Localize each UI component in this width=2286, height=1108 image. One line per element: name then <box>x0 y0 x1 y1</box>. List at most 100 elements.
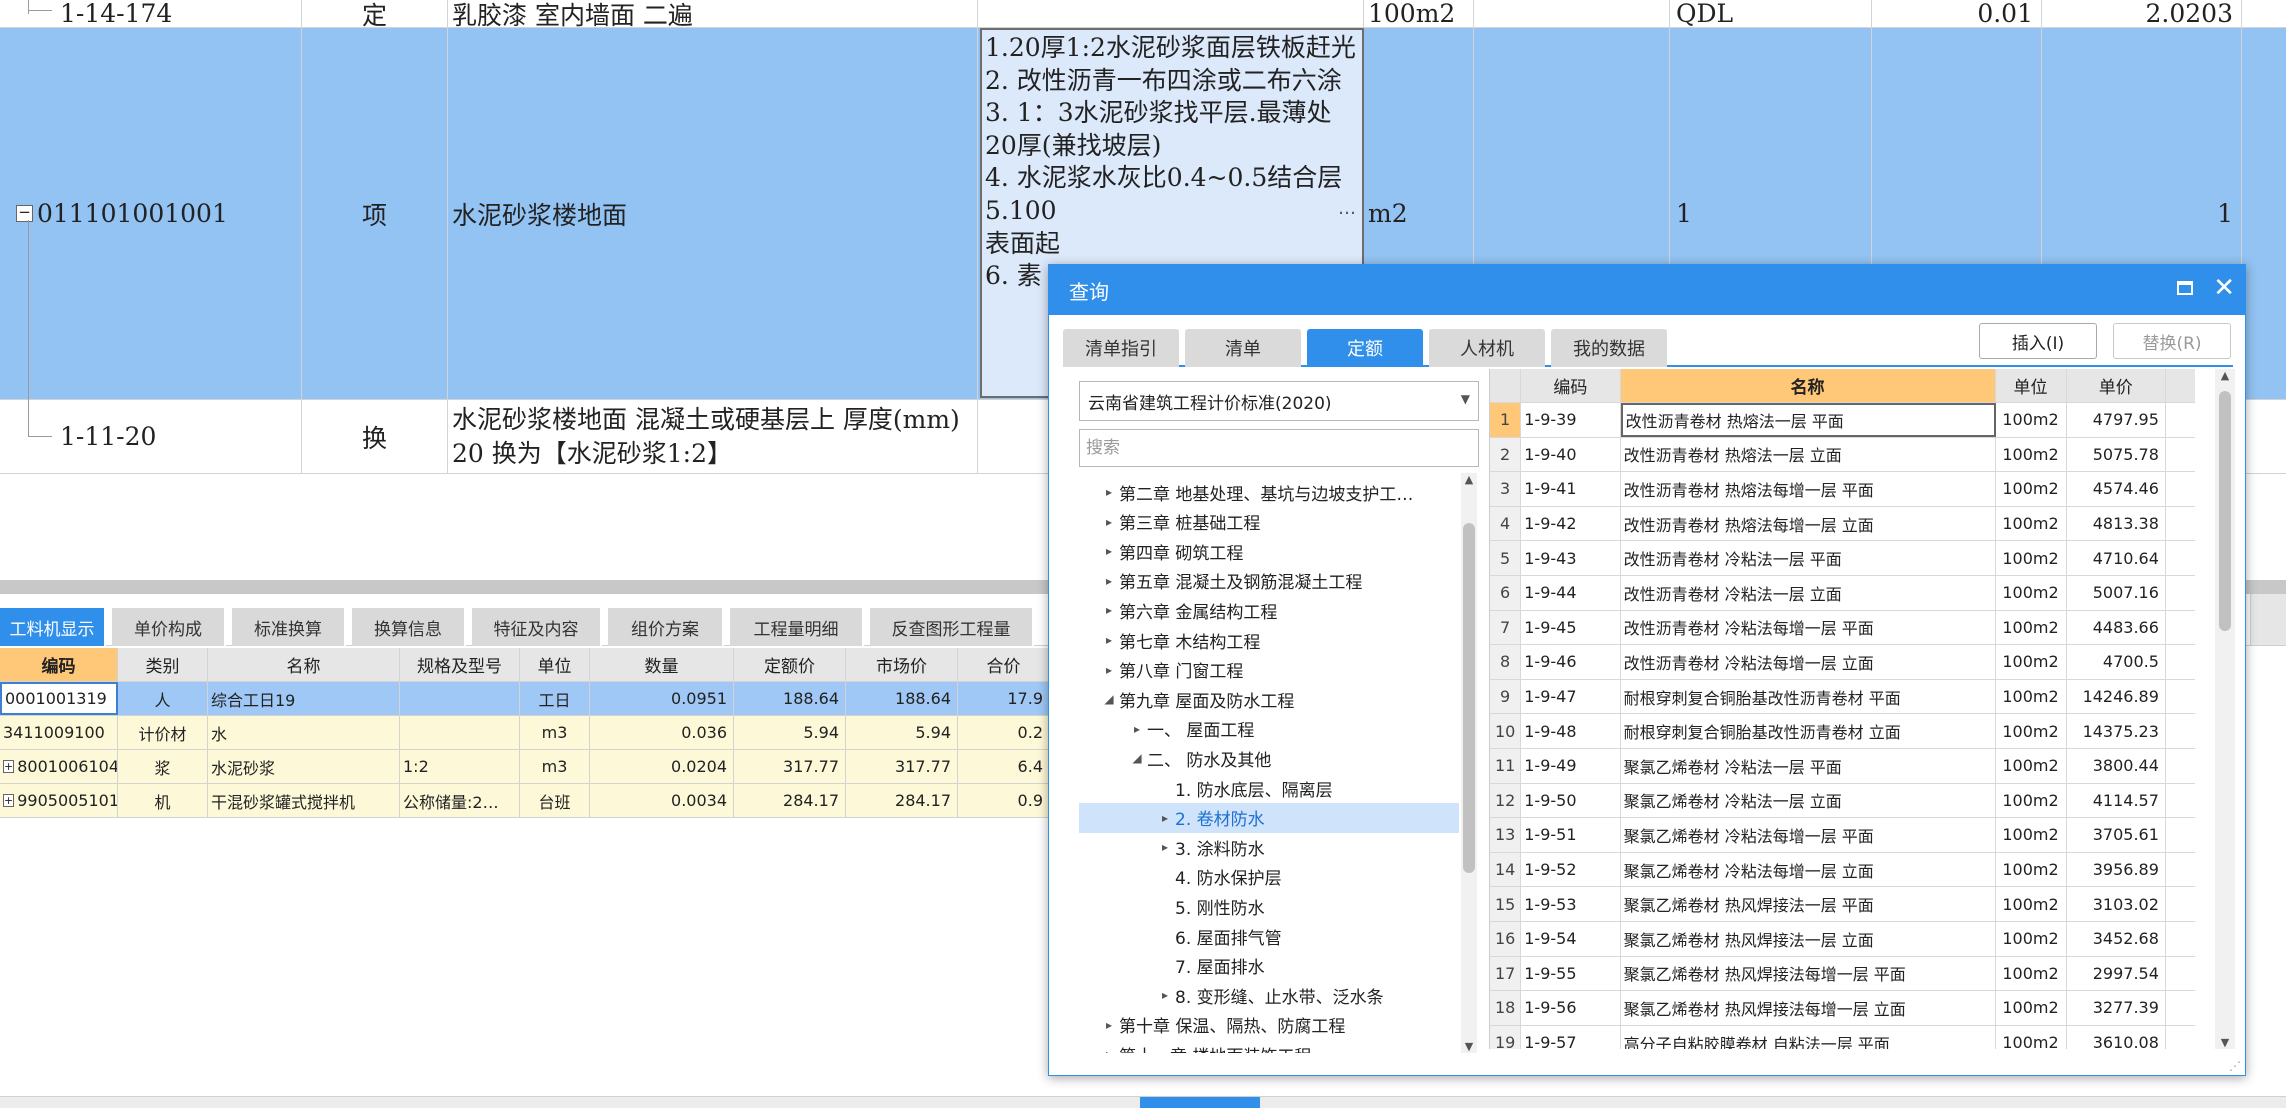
collapse-icon[interactable]: − <box>16 205 33 222</box>
replace-button[interactable]: 替换(R) <box>2113 323 2231 359</box>
bill-qty-cell[interactable]: 2.0203 <box>2042 0 2242 27</box>
quota-name[interactable]: 改性沥青卷材 热熔法每增一层 立面 <box>1621 506 1996 541</box>
col-name[interactable]: 名称 <box>1620 369 1996 402</box>
tab-standard-conversion[interactable]: 标准换算 <box>232 608 346 646</box>
tree-item[interactable]: ▸ 第八章 门窗工程 <box>1079 655 1459 685</box>
quota-row[interactable]: 12 1-9-50 聚氯乙烯卷材 冷粘法一层 立面 100m2 4114.57 <box>1490 783 2195 819</box>
tab-unit-price-composition[interactable]: 单价构成 <box>112 608 226 646</box>
tree-item[interactable]: 4. 防水保护层 <box>1079 862 1459 892</box>
expand-arrow-icon[interactable]: ▸ <box>1099 485 1119 499</box>
tree-item[interactable]: 5. 刚性防水 <box>1079 891 1459 921</box>
quota-name[interactable]: 改性沥青卷材 冷粘法一层 平面 <box>1621 541 1996 575</box>
quota-row[interactable]: 1 1-9-39 改性沥青卷材 热熔法一层 平面 100m2 4797.95 <box>1490 403 2195 438</box>
scroll-up-icon[interactable]: ▲ <box>1461 473 1477 486</box>
resource-market-price[interactable]: 188.64 <box>846 682 958 715</box>
quota-name[interactable]: 聚氯乙烯卷材 热风焊接法一层 平面 <box>1621 887 1996 921</box>
quota-name[interactable]: 改性沥青卷材 热熔法每增一层 平面 <box>1621 472 1996 506</box>
quota-row[interactable]: 14 1-9-52 聚氯乙烯卷材 冷粘法每增一层 立面 100m2 3956.89 <box>1490 852 2195 888</box>
resource-code[interactable]: 3411009100 <box>0 716 118 749</box>
col-total[interactable]: 合价 <box>958 648 1050 681</box>
bill-name-cell[interactable]: 水泥砂浆楼地面 混凝土或硬基层上 厚度(mm) 20 换为【水泥砂浆1:2】 <box>448 400 978 473</box>
quota-row[interactable]: 19 1-9-57 高分子自粘胶膜卷材 自粘法一层 平面 100m2 3610.08 <box>1490 1025 2195 1049</box>
expand-arrow-icon[interactable]: ▸ <box>1099 574 1119 588</box>
tab-features-content[interactable]: 特征及内容 <box>472 608 602 646</box>
tree-scroll-thumb[interactable] <box>1463 523 1475 873</box>
bill-feature-cell[interactable] <box>978 0 1364 27</box>
bill-code-cell[interactable]: 1-14-174 <box>0 0 302 27</box>
expand-arrow-icon[interactable]: ▸ <box>1099 1018 1119 1032</box>
quota-row[interactable]: 9 1-9-47 耐根穿刺复合铜胎基改性沥青卷材 平面 100m2 14246.89 <box>1490 679 2195 715</box>
bill-coef-cell[interactable]: 0.01 <box>1872 0 2042 27</box>
tree-item[interactable]: ▸ 第五章 混凝土及钢筋混凝土工程 <box>1079 566 1459 596</box>
tree-item[interactable]: 1. 防水底层、隔离层 <box>1079 773 1459 803</box>
insert-button[interactable]: 插入(I) <box>1979 323 2097 359</box>
col-quota-price[interactable]: 定额价 <box>734 648 846 681</box>
expand-arrow-icon[interactable]: ▸ <box>1099 544 1119 558</box>
quota-row[interactable]: 15 1-9-53 聚氯乙烯卷材 热风焊接法一层 平面 100m2 3103.02 <box>1490 887 2195 922</box>
tree-item[interactable]: 7. 屋面排水 <box>1079 951 1459 981</box>
tab-my-data[interactable]: 我的数据 <box>1551 329 1667 367</box>
tree-item[interactable]: ▸ 第六章 金属结构工程 <box>1079 595 1459 625</box>
quota-name[interactable]: 聚氯乙烯卷材 冷粘法一层 平面 <box>1621 749 1996 783</box>
tree-item[interactable]: ◢ 二、 防水及其他 <box>1079 743 1459 773</box>
quota-row[interactable]: 3 1-9-41 改性沥青卷材 热熔法每增一层 平面 100m2 4574.46 <box>1490 472 2195 507</box>
resource-row[interactable]: + 9905005101 机 干混砂浆罐式搅拌机 公称储量:2… 台班 0.00… <box>0 784 1050 818</box>
scroll-up-icon[interactable]: ▲ <box>2217 369 2233 382</box>
bill-qty-expr-cell[interactable]: QDL <box>1670 0 1872 27</box>
tree-scrollbar[interactable]: ▲ ▼ <box>1461 473 1477 1053</box>
quota-scroll-thumb[interactable] <box>2219 391 2231 631</box>
quota-name[interactable]: 耐根穿刺复合铜胎基改性沥青卷材 平面 <box>1621 679 1996 714</box>
resource-code[interactable]: 0001001319 <box>0 682 118 715</box>
tree-item[interactable]: ▸第十一章 楼地面装饰工程 <box>1079 1039 1459 1053</box>
quota-row[interactable]: 6 1-9-44 改性沥青卷材 冷粘法一层 立面 100m2 5007.16 <box>1490 576 2195 611</box>
dialog-title-bar[interactable]: 查询 <box>1049 265 2245 315</box>
tree-item[interactable]: ▸ 第三章 桩基础工程 <box>1079 507 1459 537</box>
tree-item[interactable]: 6. 屋面排气管 <box>1079 921 1459 951</box>
col-category[interactable]: 类别 <box>118 648 208 681</box>
expand-arrow-icon[interactable]: ▸ <box>1099 663 1119 677</box>
bill-type-cell[interactable]: 换 <box>302 400 448 473</box>
quota-row[interactable]: 18 1-9-56 聚氯乙烯卷材 热风焊接法每增一层 立面 100m2 3277.39 <box>1490 991 2195 1026</box>
feature-more-button[interactable]: … <box>1338 198 1356 219</box>
bill-row[interactable]: 1-14-174 定 乳胶漆 室内墙面 二遍 100m2 QDL 0.01 2.… <box>0 0 2286 28</box>
col-name[interactable]: 名称 <box>208 648 400 681</box>
quota-name[interactable]: 高分子自粘胶膜卷材 自粘法一层 平面 <box>1621 1025 1996 1049</box>
quota-row[interactable]: 11 1-9-49 聚氯乙烯卷材 冷粘法一层 平面 100m2 3800.44 <box>1490 749 2195 784</box>
col-rownum[interactable] <box>1490 369 1522 402</box>
tab-resource-display[interactable]: 工料机显示 <box>0 608 106 646</box>
quota-name[interactable]: 聚氯乙烯卷材 冷粘法每增一层 平面 <box>1621 818 1996 852</box>
quota-row[interactable]: 7 1-9-45 改性沥青卷材 冷粘法每增一层 平面 100m2 4483.66 <box>1490 610 2195 646</box>
col-code[interactable]: 编码 <box>1521 369 1621 402</box>
expand-icon[interactable]: + <box>3 760 15 773</box>
bill-unit-cell[interactable]: 100m2 <box>1364 0 1474 27</box>
resource-code-cell[interactable]: + 8001006104 <box>0 750 118 783</box>
quota-name[interactable]: 聚氯乙烯卷材 冷粘法一层 立面 <box>1621 783 1996 818</box>
tree-item[interactable]: ▸ 第七章 木结构工程 <box>1079 625 1459 655</box>
tab-quantity-detail[interactable]: 工程量明细 <box>730 608 864 646</box>
close-icon[interactable]: ✕ <box>2213 273 2235 303</box>
tree-item[interactable]: ▸ 第四章 砌筑工程 <box>1079 536 1459 566</box>
bill-name-cell[interactable]: 水泥砂浆楼地面 <box>448 28 978 399</box>
resource-qty[interactable]: 0.036 <box>590 716 734 749</box>
quota-row[interactable]: 13 1-9-51 聚氯乙烯卷材 冷粘法每增一层 平面 100m2 3705.61 <box>1490 818 2195 853</box>
scroll-down-icon[interactable]: ▼ <box>1461 1040 1477 1053</box>
resource-code-cell[interactable]: + 9905005101 <box>0 784 118 817</box>
search-input[interactable] <box>1079 429 1479 467</box>
quota-row[interactable]: 17 1-9-55 聚氯乙烯卷材 热风焊接法每增一层 平面 100m2 2997.54 <box>1490 956 2195 992</box>
bill-name-cell[interactable]: 乳胶漆 室内墙面 二遍 <box>448 0 978 27</box>
tree-item[interactable]: ▸ 3. 涂料防水 <box>1079 832 1459 862</box>
resource-market-price[interactable]: 284.17 <box>846 784 958 817</box>
expand-arrow-icon[interactable]: ▸ <box>1099 603 1119 617</box>
resource-market-price[interactable]: 317.77 <box>846 750 958 783</box>
expand-arrow-icon[interactable]: ▸ <box>1155 840 1175 854</box>
tab-reverse-graph-quantity[interactable]: 反查图形工程量 <box>870 608 1034 646</box>
tree-item[interactable]: ▸ 8. 变形缝、止水带、泛水条 <box>1079 980 1459 1010</box>
tree-item[interactable]: ▸ 一、 屋面工程 <box>1079 714 1459 744</box>
col-unit[interactable]: 单位 <box>520 648 590 681</box>
tab-resources[interactable]: 人材机 <box>1429 329 1545 367</box>
tab-quota[interactable]: 定额 <box>1307 329 1423 367</box>
quota-row[interactable]: 4 1-9-42 改性沥青卷材 热熔法每增一层 立面 100m2 4813.38 <box>1490 506 2195 542</box>
tree-item[interactable]: ▸ 第十章 保温、隔热、防腐工程 <box>1079 1010 1459 1040</box>
quota-name[interactable]: 改性沥青卷材 热熔法一层 立面 <box>1621 437 1996 472</box>
resource-qty[interactable]: 0.0204 <box>590 750 734 783</box>
